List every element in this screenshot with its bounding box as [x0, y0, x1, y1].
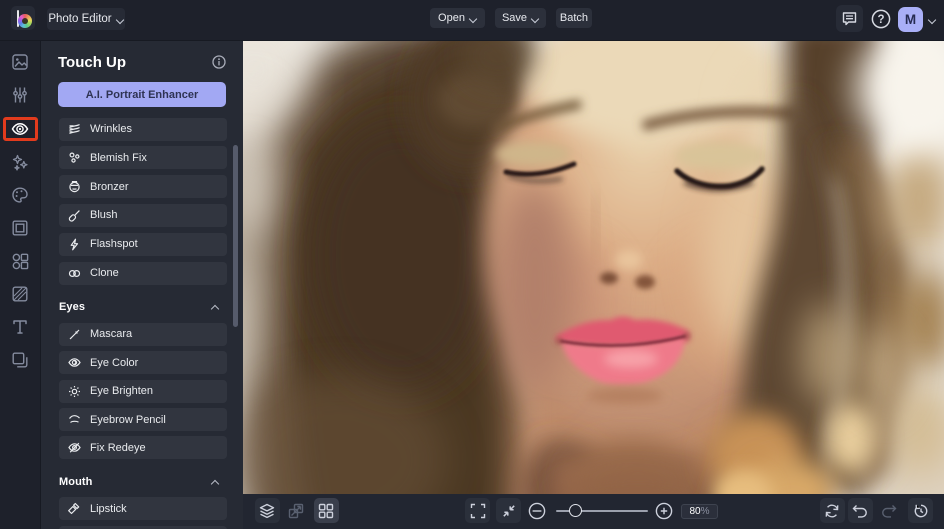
svg-text:?: ? — [877, 14, 884, 26]
